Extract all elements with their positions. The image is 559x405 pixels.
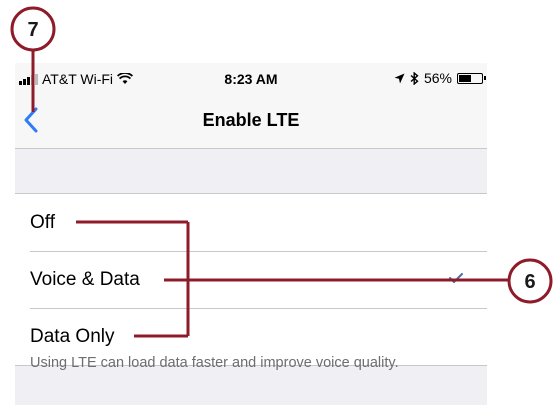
option-voice-and-data[interactable]: Voice & Data: [15, 251, 487, 308]
callout-number: 6: [524, 271, 535, 293]
page-title: Enable LTE: [202, 110, 300, 130]
navigation-bar: Enable LTE: [15, 93, 487, 149]
option-off[interactable]: Off: [15, 194, 487, 251]
option-label: Voice & Data: [30, 269, 140, 290]
battery-percent: 56%: [423, 70, 452, 86]
checkmark-icon: [449, 273, 463, 283]
battery-level-fill: [459, 74, 471, 82]
phone-screen: AT&T Wi-Fi 8:23 AM 56% Enable LTE Off Vo…: [15, 63, 487, 405]
option-label: Data Only: [30, 326, 115, 347]
battery-icon: [457, 72, 486, 84]
option-label: Off: [30, 212, 55, 233]
callout-number: 7: [27, 19, 38, 41]
lte-options-list: Off Voice & Data Data Only: [15, 193, 487, 366]
footer-note: Using LTE can load data faster and impro…: [30, 355, 399, 371]
bluetooth-icon: [410, 71, 419, 85]
status-right: 56%: [394, 70, 486, 86]
location-arrow-icon: [394, 73, 405, 83]
status-bar: AT&T Wi-Fi 8:23 AM 56%: [15, 63, 487, 93]
